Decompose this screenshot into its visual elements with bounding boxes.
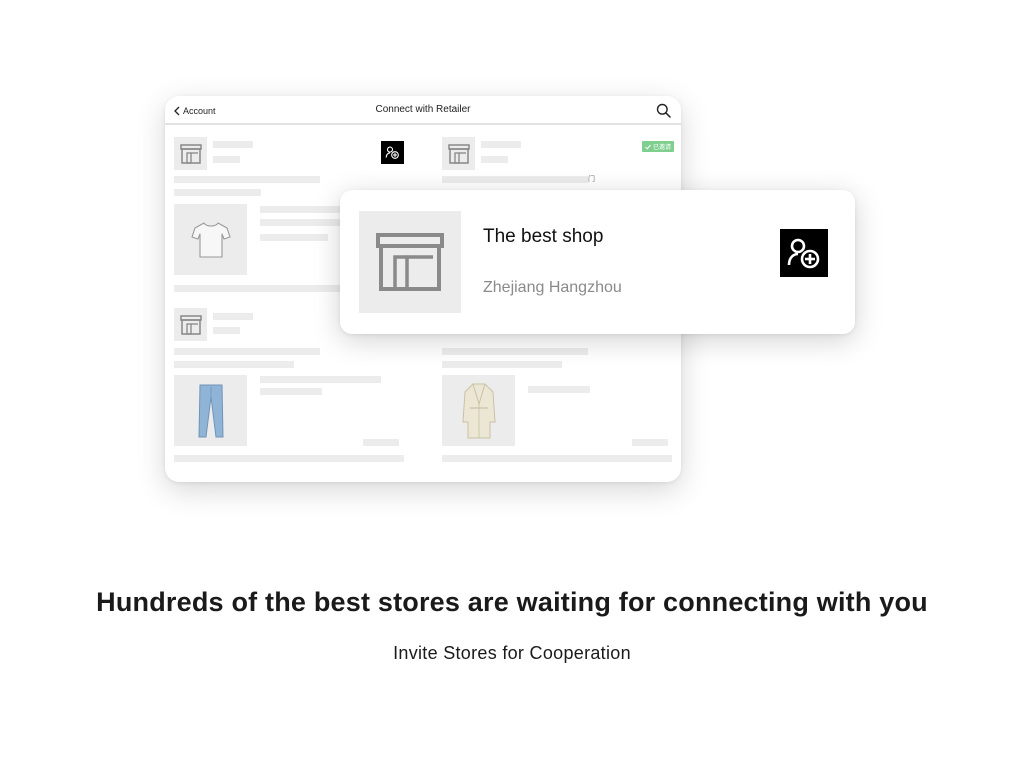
shop-thumbnail	[359, 211, 461, 313]
placeholder-line	[481, 141, 521, 148]
shop-location: Zhejiang Hangzhou	[483, 279, 622, 296]
shop-card[interactable]: The best shop Zhejiang Hangzhou	[340, 190, 855, 334]
add-user-icon	[787, 238, 820, 269]
product-image[interactable]	[174, 375, 247, 446]
placeholder-line	[363, 439, 399, 446]
store-avatar	[442, 137, 475, 170]
follow-store-button[interactable]	[381, 141, 404, 164]
placeholder-line	[442, 361, 562, 368]
shop-name: The best shop	[483, 226, 604, 247]
store-icon	[447, 143, 470, 164]
product-image[interactable]	[174, 204, 247, 275]
add-user-icon	[385, 146, 399, 159]
store-icon	[376, 233, 444, 291]
placeholder-line	[213, 141, 253, 148]
store-icon	[179, 314, 202, 335]
placeholder-line	[528, 386, 590, 393]
store-avatar	[174, 308, 207, 341]
check-icon	[645, 144, 651, 150]
placeholder-line	[174, 285, 342, 292]
search-icon	[656, 103, 671, 118]
jeans-icon	[197, 384, 224, 437]
coat-icon	[461, 383, 496, 438]
placeholder-line	[174, 189, 261, 196]
placeholder-line	[260, 376, 381, 383]
placeholder-line	[260, 234, 328, 241]
placeholder-line	[213, 156, 240, 163]
placeholder-line	[174, 348, 320, 355]
placeholder-line	[213, 327, 240, 334]
product-image[interactable]	[442, 375, 515, 446]
tshirt-icon	[190, 221, 231, 258]
placeholder-line	[213, 313, 253, 320]
placeholder-line	[260, 206, 345, 213]
page-title: Connect with Retailer	[375, 104, 471, 115]
store-avatar	[174, 137, 207, 170]
invited-label: 已邀请	[653, 145, 672, 151]
placeholder-line	[174, 361, 294, 368]
subheadline: Invite Stores for Cooperation	[393, 643, 631, 663]
placeholder-line	[174, 455, 404, 462]
invited-badge: 已邀请	[642, 141, 675, 152]
placeholder-line	[442, 455, 672, 462]
search-button[interactable]	[656, 103, 671, 118]
top-bar: Account Connect with Retailer	[165, 96, 681, 125]
placeholder-line	[442, 176, 588, 183]
placeholder-line	[442, 348, 588, 355]
placeholder-line	[174, 176, 320, 183]
headline: Hundreds of the best stores are waiting …	[96, 587, 928, 617]
placeholder-line	[632, 439, 668, 446]
placeholder-line	[481, 156, 508, 163]
add-shop-button[interactable]	[780, 229, 828, 277]
store-suffix-glyph: 门	[588, 176, 595, 183]
store-icon	[179, 143, 202, 164]
placeholder-line	[260, 388, 322, 395]
placeholder-line	[260, 219, 345, 226]
